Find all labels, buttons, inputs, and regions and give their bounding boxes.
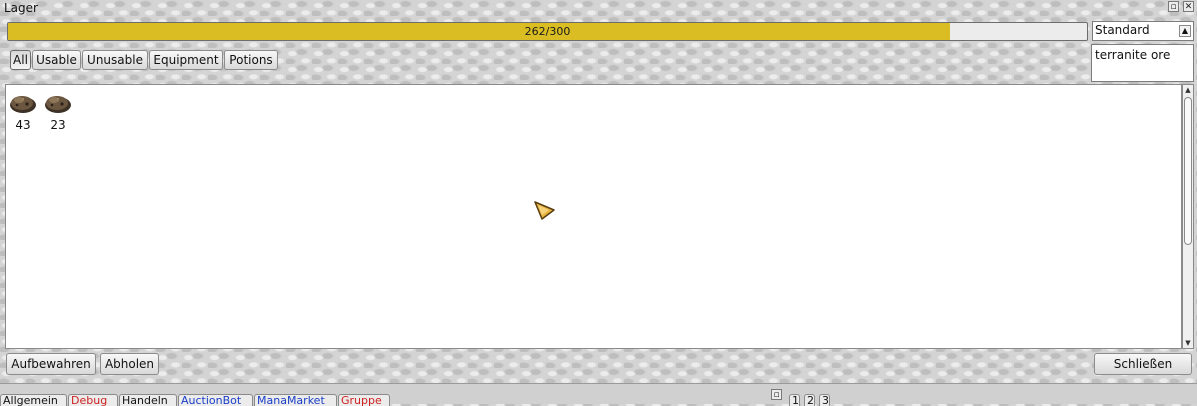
retrieve-button[interactable]: Abholen bbox=[100, 353, 159, 375]
page-tab-2[interactable]: 2 bbox=[804, 394, 815, 406]
chat-tab-manamarket[interactable]: ManaMarket bbox=[254, 394, 337, 406]
page-tab-3[interactable]: 3 bbox=[819, 394, 830, 406]
storage-item-grid[interactable] bbox=[5, 84, 1182, 349]
item-slot[interactable]: 43 bbox=[7, 90, 39, 132]
close-icon[interactable]: ✕ bbox=[1183, 1, 1194, 12]
window-title: Lager bbox=[4, 1, 38, 15]
tab-all[interactable]: All bbox=[10, 50, 31, 70]
scroll-up-icon[interactable]: ▲ bbox=[1184, 86, 1192, 94]
scrollbar-thumb[interactable] bbox=[1184, 97, 1192, 245]
sort-select-value: Standard bbox=[1095, 23, 1150, 37]
capacity-bar: 262/300 bbox=[7, 22, 1088, 41]
search-input[interactable]: terranite ore bbox=[1091, 44, 1194, 82]
tab-usable[interactable]: Usable bbox=[32, 50, 81, 70]
search-input-value: terranite ore bbox=[1095, 48, 1171, 62]
store-button[interactable]: Aufbewahren bbox=[6, 353, 96, 375]
tab-unusable[interactable]: Unusable bbox=[82, 50, 148, 70]
chat-tab-allgemein[interactable]: Allgemein bbox=[0, 394, 67, 406]
item-count: 43 bbox=[15, 118, 31, 132]
mouse-cursor-icon bbox=[534, 201, 555, 220]
item-count: 23 bbox=[50, 118, 66, 132]
close-button[interactable]: Schließen bbox=[1094, 353, 1192, 375]
tab-equipment[interactable]: Equipment bbox=[149, 50, 223, 70]
terranite-ore-icon bbox=[10, 96, 36, 113]
sort-select[interactable]: Standard ▲ bbox=[1092, 21, 1194, 41]
chat-tab-debug[interactable]: Debug bbox=[68, 394, 118, 406]
chat-tab-handeln[interactable]: Handeln bbox=[119, 394, 177, 406]
chevron-up-icon[interactable]: ▲ bbox=[1179, 25, 1191, 37]
pin-icon[interactable]: ▫ bbox=[1168, 1, 1179, 12]
terranite-ore-icon bbox=[45, 96, 71, 113]
item-grid-scrollbar[interactable]: ▲ ▼ bbox=[1182, 84, 1194, 349]
capacity-text: 262/300 bbox=[524, 25, 571, 38]
chat-tab-gruppe[interactable]: Gruppe bbox=[338, 394, 390, 406]
page-tab-1[interactable]: 1 bbox=[789, 394, 800, 406]
tab-potions[interactable]: Potions bbox=[224, 50, 278, 70]
item-slot[interactable]: 23 bbox=[42, 90, 74, 132]
pin-icon[interactable]: ▫ bbox=[771, 389, 782, 400]
chat-tab-auctionbot[interactable]: AuctionBot bbox=[178, 394, 253, 406]
scroll-down-icon[interactable]: ▼ bbox=[1184, 339, 1192, 347]
